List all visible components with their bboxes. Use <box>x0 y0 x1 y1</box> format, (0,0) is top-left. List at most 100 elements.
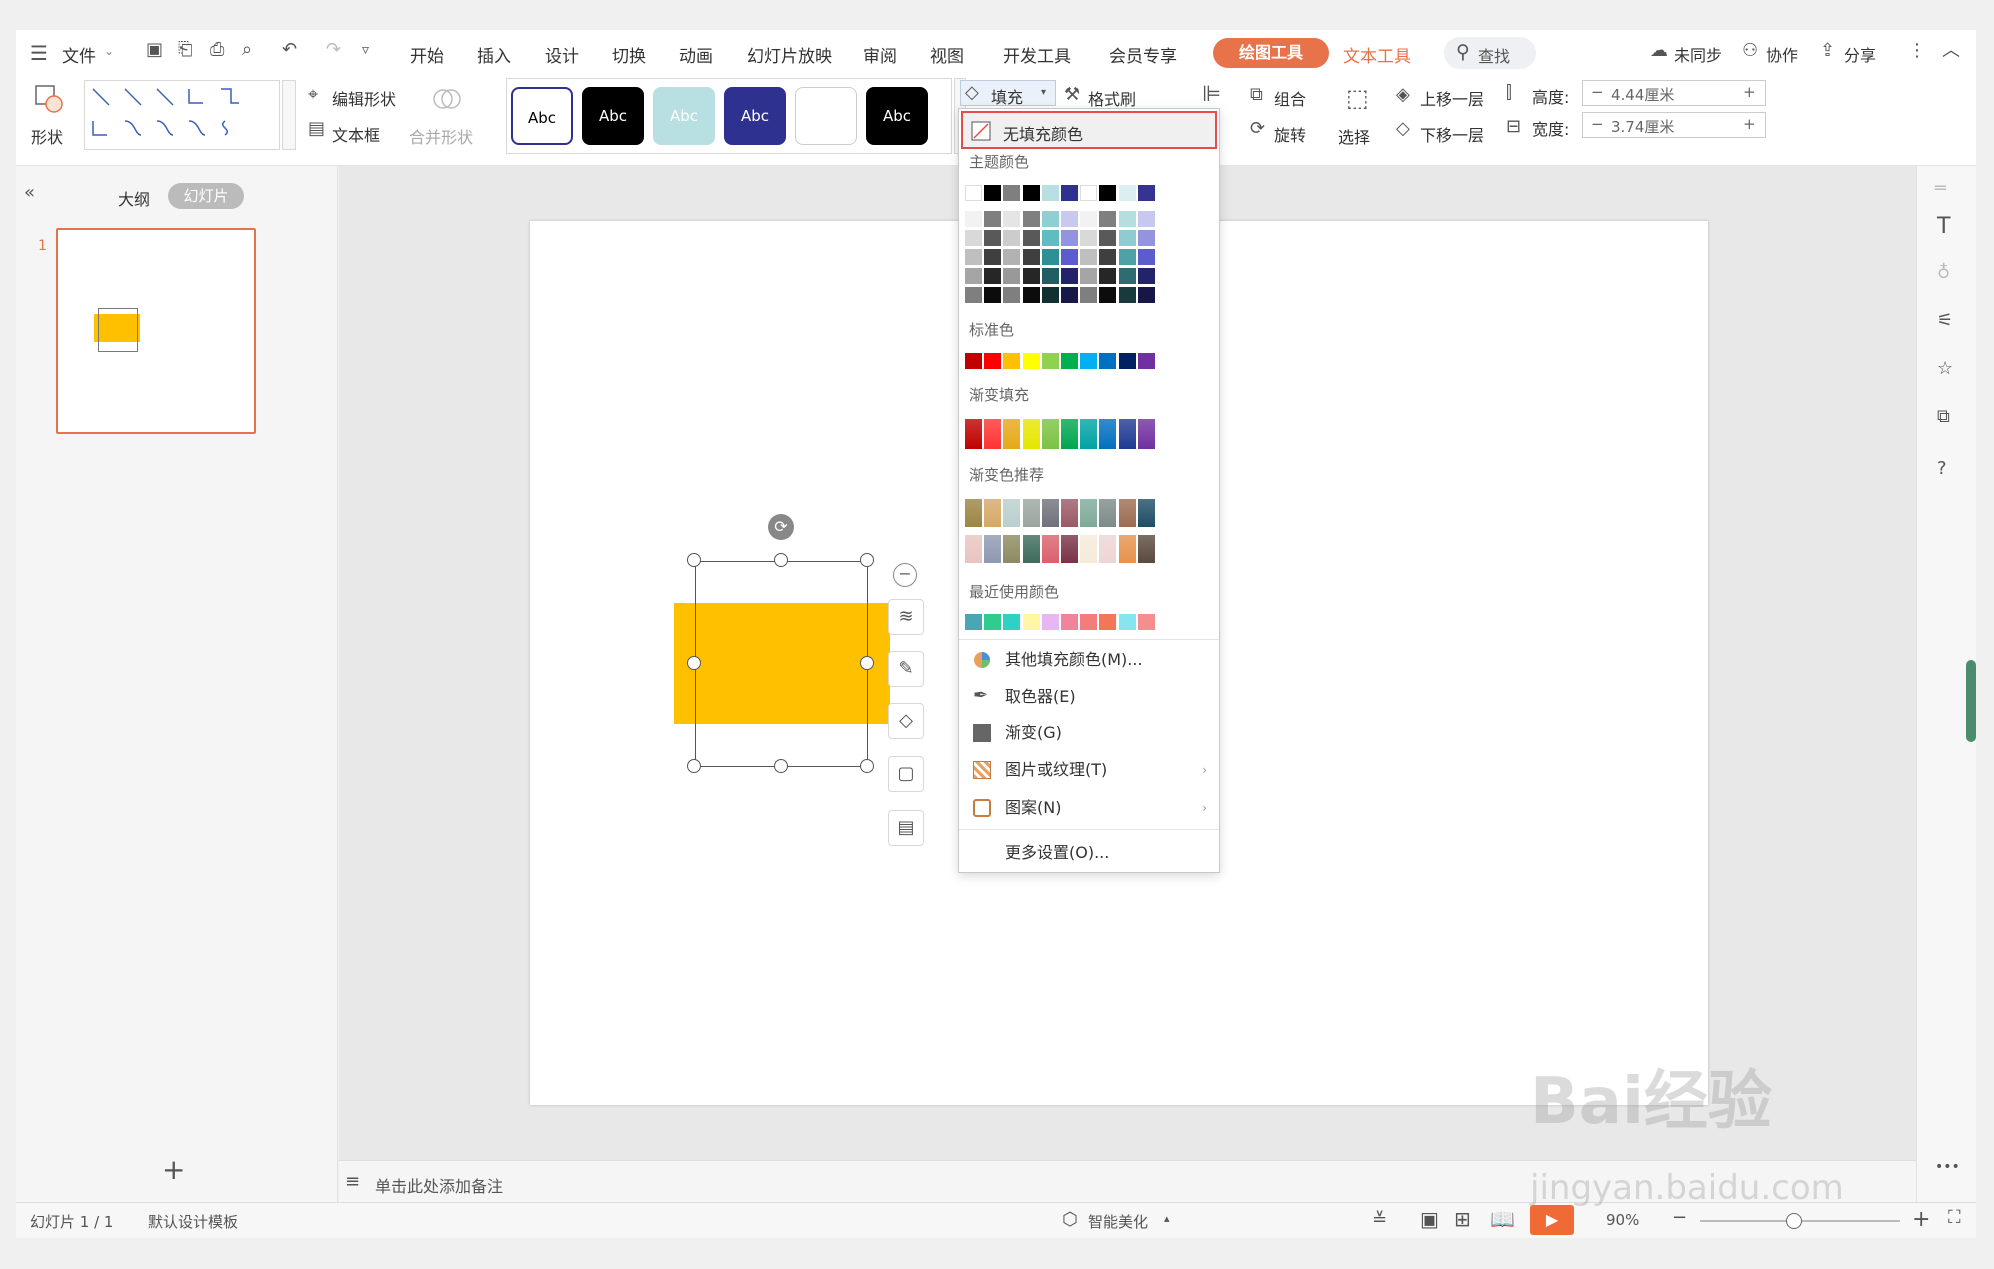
notes-placeholder[interactable]: 单击此处添加备注 <box>375 1173 503 1197</box>
collapse-ribbon-icon[interactable]: ︿ <box>1942 42 1960 60</box>
theme-color-swatch[interactable] <box>984 185 1002 201</box>
tab-animation[interactable]: 动画 <box>679 42 713 67</box>
theme-shade-swatch[interactable] <box>1099 268 1117 284</box>
gradient-fill-swatch[interactable] <box>1003 419 1021 449</box>
theme-shade-swatch[interactable] <box>1118 268 1136 284</box>
recent-color-swatch[interactable] <box>1041 614 1059 630</box>
tab-transition[interactable]: 切换 <box>612 42 646 67</box>
more-sidebar-icon[interactable]: ••• <box>1935 1160 1960 1174</box>
gradient-recommend-swatch[interactable] <box>984 535 1002 563</box>
tab-insert[interactable]: 插入 <box>477 42 511 67</box>
theme-color-swatch[interactable] <box>1099 185 1117 201</box>
theme-shade-swatch[interactable] <box>1118 287 1136 303</box>
theme-shade-swatch[interactable] <box>1003 211 1021 227</box>
play-slideshow-icon[interactable]: ▶ <box>1530 1205 1574 1235</box>
theme-color-swatch[interactable] <box>965 185 982 201</box>
recent-color-swatch[interactable] <box>984 614 1002 630</box>
theme-shade-swatch[interactable] <box>1003 249 1021 265</box>
quick-access-dropdown-icon[interactable]: ▿ <box>362 43 369 57</box>
gradient-recommend-swatch[interactable] <box>1099 535 1117 563</box>
tab-drawing-tools[interactable]: 绘图工具 <box>1213 38 1329 68</box>
tab-developer[interactable]: 开发工具 <box>1003 42 1071 67</box>
width-increase[interactable]: + <box>1743 115 1756 133</box>
gradient-recommend-swatch[interactable] <box>1080 535 1098 563</box>
theme-shade-swatch[interactable] <box>1137 268 1155 284</box>
smart-beautify-icon[interactable]: ⬡ <box>1062 1211 1078 1229</box>
resize-handle-t[interactable] <box>774 553 788 567</box>
theme-color-swatch[interactable] <box>1080 185 1098 201</box>
tab-outline[interactable]: 大纲 <box>118 186 150 210</box>
theme-shade-swatch[interactable] <box>1061 230 1078 246</box>
share-button[interactable]: 分享 <box>1844 42 1876 66</box>
shape-effect-icon[interactable]: ▢ <box>888 756 924 792</box>
theme-shade-swatch[interactable] <box>1022 211 1040 227</box>
theme-shade-swatch[interactable] <box>1041 230 1059 246</box>
other-fill-colors-item[interactable]: 其他填充颜色(M)... <box>959 644 1219 676</box>
tab-slides[interactable]: 幻灯片 <box>168 183 244 209</box>
zoom-out-icon[interactable]: − <box>1672 1209 1687 1227</box>
recent-color-swatch[interactable] <box>1099 614 1117 630</box>
gradient-recommend-swatch[interactable] <box>1022 499 1040 527</box>
eyedropper-item[interactable]: ✒ 取色器(E) <box>959 681 1219 713</box>
standard-color-swatch[interactable] <box>984 353 1002 369</box>
resize-handle-l[interactable] <box>687 656 701 670</box>
smart-beautify-button[interactable]: 智能美化 <box>1088 1211 1148 1232</box>
edit-shape-icon[interactable]: ⌖ <box>308 86 318 104</box>
gradient-recommend-swatch[interactable] <box>1061 535 1078 563</box>
fill-button[interactable]: ◇ 填充 ▾ <box>960 80 1056 107</box>
line-shapes-gallery[interactable] <box>84 80 280 150</box>
theme-shade-swatch[interactable] <box>984 211 1002 227</box>
select-icon[interactable]: ⬚ <box>1346 86 1369 110</box>
theme-shade-swatch[interactable] <box>1022 230 1040 246</box>
gradient-recommend-swatch[interactable] <box>1003 499 1021 527</box>
theme-shade-swatch[interactable] <box>1137 230 1155 246</box>
theme-shade-swatch[interactable] <box>1003 230 1021 246</box>
animation-star-icon[interactable]: ☆ <box>1937 360 1953 378</box>
merge-shape-button[interactable]: 合并形状 <box>409 124 473 148</box>
text-format-icon[interactable]: T <box>1937 216 1950 238</box>
fit-window-icon[interactable]: ⛶ <box>1948 1209 1961 1227</box>
search-box[interactable]: ⚲ 查找 <box>1444 37 1536 69</box>
template-name[interactable]: 默认设计模板 <box>148 1211 238 1232</box>
theme-color-swatch[interactable] <box>1022 185 1040 201</box>
theme-shade-swatch[interactable] <box>1118 249 1136 265</box>
theme-color-swatch[interactable] <box>1137 185 1155 201</box>
theme-shade-swatch[interactable] <box>1041 287 1059 303</box>
style-white[interactable] <box>795 87 857 145</box>
gradient-fill-swatch[interactable] <box>1041 419 1059 449</box>
recent-color-swatch[interactable] <box>1118 614 1136 630</box>
share-icon[interactable]: ⇪ <box>1820 42 1835 60</box>
gradient-fill-swatch[interactable] <box>984 419 1002 449</box>
gradient-recommend-swatch[interactable] <box>965 499 982 527</box>
notes-toggle-icon[interactable]: ≚ <box>1372 1211 1387 1229</box>
textbox-icon[interactable]: ▤ <box>308 120 325 138</box>
theme-shade-swatch[interactable] <box>1061 287 1078 303</box>
gradient-recommend-swatch[interactable] <box>965 535 982 563</box>
style-navy[interactable]: Abc <box>724 87 786 145</box>
tab-slideshow[interactable]: 幻灯片放映 <box>747 42 832 67</box>
theme-shade-swatch[interactable] <box>1022 268 1040 284</box>
resize-handle-br[interactable] <box>860 759 874 773</box>
picture-texture-item[interactable]: 图片或纹理(T) › <box>959 754 1219 786</box>
standard-color-swatch[interactable] <box>1022 353 1040 369</box>
rotate-handle-icon[interactable]: ⟳ <box>768 514 794 540</box>
sync-status[interactable]: 未同步 <box>1674 42 1722 66</box>
layers-icon[interactable]: ≋ <box>888 599 924 635</box>
theme-shade-swatch[interactable] <box>984 230 1002 246</box>
tab-design[interactable]: 设计 <box>545 42 579 67</box>
theme-shade-swatch[interactable] <box>1099 249 1117 265</box>
notes-bar[interactable]: ≡ 单击此处添加备注 <box>339 1160 1916 1202</box>
style-teal[interactable]: Abc <box>653 87 715 145</box>
gradient-recommend-swatch[interactable] <box>1080 499 1098 527</box>
theme-shade-swatch[interactable] <box>984 287 1002 303</box>
standard-color-swatch[interactable] <box>1137 353 1155 369</box>
group-icon[interactable]: ⧉ <box>1250 86 1263 104</box>
height-increase[interactable]: + <box>1743 83 1756 101</box>
height-value[interactable]: 4.44厘米 <box>1611 84 1674 105</box>
gradient-recommend-swatch[interactable] <box>984 499 1002 527</box>
gradient-recommend-swatch[interactable] <box>1137 535 1155 563</box>
theme-shade-swatch[interactable] <box>965 230 982 246</box>
style-black-2[interactable]: Abc <box>866 87 928 145</box>
gradient-item[interactable]: 渐变(G) <box>959 717 1219 749</box>
width-stepper[interactable]: − 3.74厘米 + <box>1582 112 1766 138</box>
